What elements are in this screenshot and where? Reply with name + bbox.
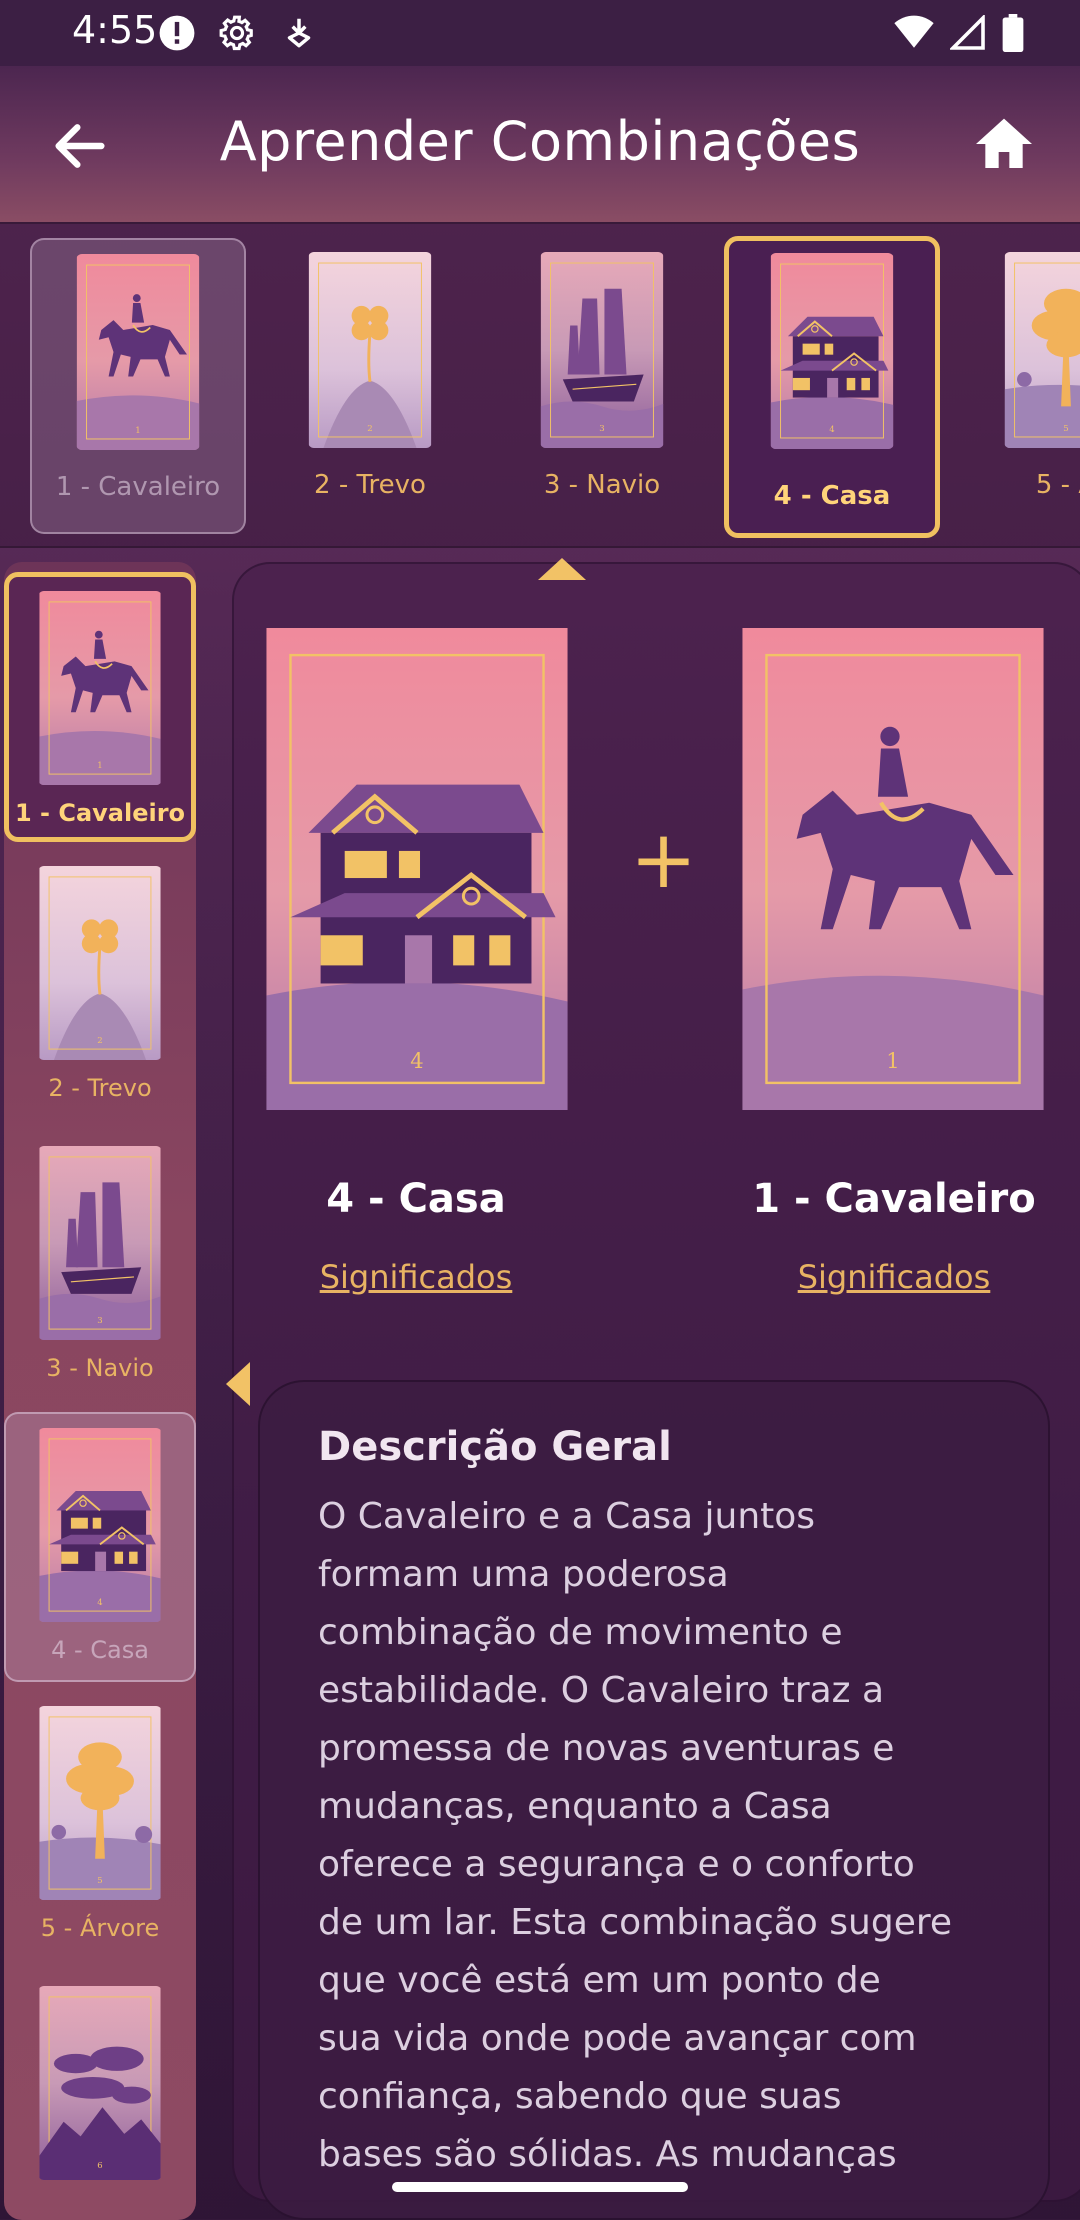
card-casa-thumbnail — [770, 253, 894, 449]
vcard-label: 2 - Trevo — [48, 1074, 152, 1102]
vcard-label: 4 - Casa — [51, 1636, 149, 1664]
card-cavaleiro-thumbnail — [76, 254, 200, 450]
combination-left-card — [264, 628, 570, 1110]
selection-pointer-left — [226, 1362, 250, 1406]
card-arvore-thumbnail — [1004, 252, 1080, 448]
card-navio-thumbnail — [38, 1146, 162, 1340]
description-line: combinação de movimento e — [318, 1612, 843, 1653]
left-significados-link[interactable]: Significados — [226, 1258, 606, 1296]
right-significados-link[interactable]: Significados — [704, 1258, 1080, 1296]
gesture-nav-handle[interactable] — [392, 2182, 688, 2192]
vcard-nuvens[interactable] — [4, 1972, 196, 2220]
download-icon — [287, 18, 311, 48]
card-navio-thumbnail — [540, 252, 664, 448]
description-line: oferece a segurança e o conforto — [318, 1844, 915, 1885]
vcard-label: 5 - Árvore — [40, 1914, 160, 1942]
hcard-trevo[interactable]: 2 - Trevo — [262, 238, 478, 534]
wifi-icon — [894, 15, 934, 48]
signal-icon — [950, 15, 985, 50]
hcard-cavaleiro[interactable]: 1 - Cavaleiro — [30, 238, 246, 534]
card-trevo-thumbnail — [38, 866, 162, 1060]
vertical-card-strip[interactable]: 1 - Cavaleiro 2 - Trevo 3 - Navio 4 - Ca… — [4, 562, 196, 2220]
status-time: 4:55 — [72, 8, 158, 52]
vcard-label: 1 - Cavaleiro — [14, 799, 186, 827]
description-title: Descrição Geral — [318, 1424, 672, 1470]
card-nuvens-thumbnail — [38, 1986, 162, 2180]
selection-pointer-up — [538, 558, 586, 580]
status-bar: 4:55 — [0, 0, 1080, 66]
vcard-navio[interactable]: 3 - Navio — [4, 1132, 196, 1402]
hcard-label: 2 - Trevo — [314, 470, 426, 500]
hcard-label: 3 - Navio — [543, 470, 661, 500]
hcard-arvore[interactable]: 5 - Á — [958, 238, 1080, 534]
description-line: estabilidade. O Cavaleiro traz a — [318, 1670, 885, 1711]
battery-icon — [1002, 14, 1024, 52]
gear-icon — [219, 15, 253, 51]
vcard-trevo[interactable]: 2 - Trevo — [4, 852, 196, 1122]
card-cavaleiro-thumbnail — [38, 591, 162, 785]
page-title: Aprender Combinações — [219, 110, 861, 173]
description-line: formam uma poderosa — [318, 1554, 729, 1595]
horizontal-card-strip[interactable]: 1 - Cavaleiro 2 - Trevo 3 - Navio 4 - Ca… — [0, 222, 1080, 548]
hcard-label: 4 - Casa — [773, 481, 891, 511]
description-line: confiança, sabendo que suas — [318, 2076, 842, 2117]
card-casa-thumbnail — [38, 1428, 162, 1622]
card-trevo-thumbnail — [308, 252, 432, 448]
vcard-cavaleiro[interactable]: 1 - Cavaleiro — [4, 572, 196, 842]
right-card-name: 1 - Cavaleiro — [752, 1176, 1036, 1222]
left-card-name: 4 - Casa — [326, 1176, 506, 1222]
description-line: que você está em um ponto de — [318, 1960, 881, 2001]
description-line: sua vida onde pode avançar com — [318, 2018, 917, 2059]
description-body: O Cavaleiro e a Casa juntos formam uma p… — [318, 1488, 1008, 2184]
hcard-navio[interactable]: 3 - Navio — [494, 238, 710, 534]
vcard-arvore[interactable]: 5 - Árvore — [4, 1692, 196, 1962]
app-bar: Aprender Combinações — [0, 66, 1080, 222]
vcard-label: 3 - Navio — [46, 1354, 154, 1382]
hcard-label: 5 - Á — [1035, 470, 1080, 500]
card-arvore-thumbnail — [38, 1706, 162, 1900]
description-line: O Cavaleiro e a Casa juntos — [318, 1496, 816, 1537]
vcard-casa[interactable]: 4 - Casa — [4, 1412, 196, 1682]
alert-circle-icon — [159, 15, 195, 51]
combination-right-card — [740, 628, 1046, 1110]
home-icon[interactable] — [972, 112, 1036, 176]
plus-operator: + — [630, 813, 698, 906]
description-line: promessa de novas aventuras e — [318, 1728, 895, 1769]
description-line: bases são sólidas. As mudanças — [318, 2134, 897, 2175]
hcard-label: 1 - Cavaleiro — [55, 472, 221, 502]
description-line: mudanças, enquanto a Casa — [318, 1786, 832, 1827]
hcard-casa[interactable]: 4 - Casa — [724, 236, 940, 538]
description-line: de um lar. Esta combinação sugere — [318, 1902, 953, 1943]
